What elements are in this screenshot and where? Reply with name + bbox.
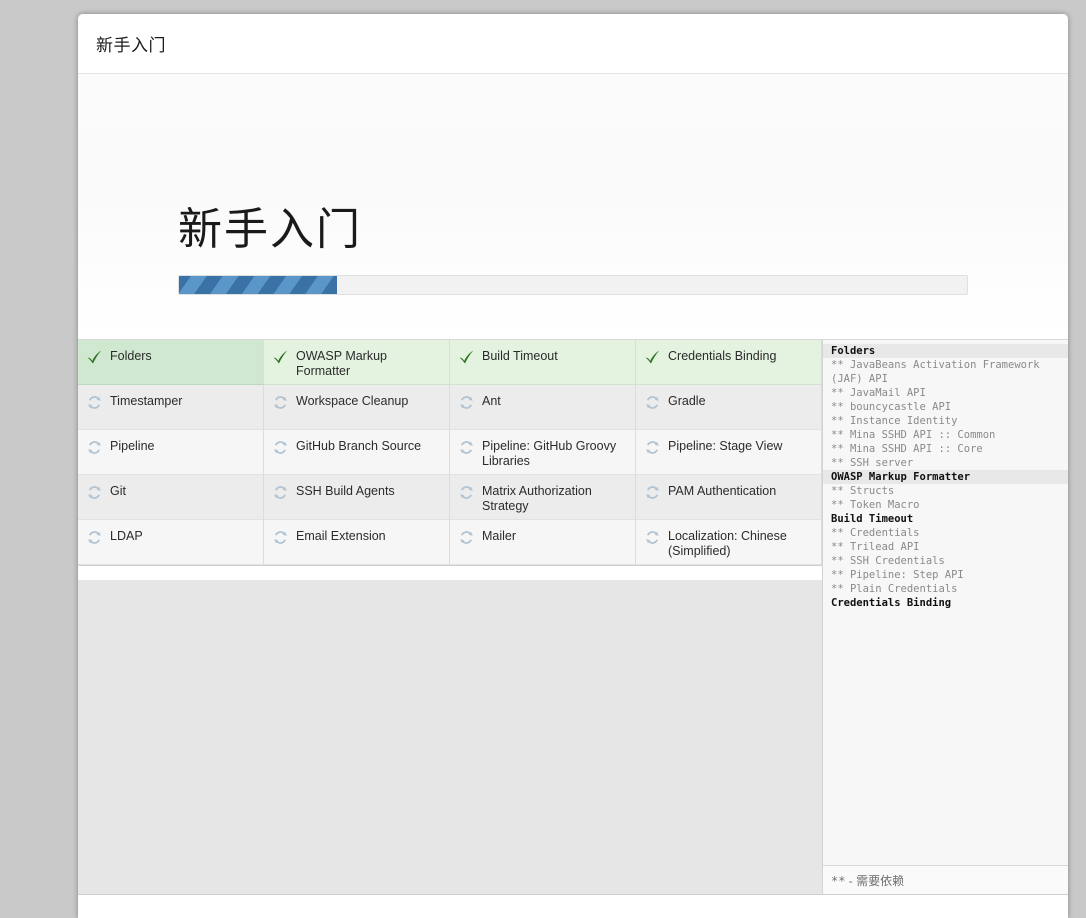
sync-icon [646,531,659,544]
log-plugin-header: Credentials Binding [831,597,952,609]
log-plugin-header: OWASP Markup Formatter [823,470,1068,484]
log-dependency-line: ** SSH server [831,457,914,469]
sync-icon [88,486,101,499]
plugin-name: Git [110,484,126,498]
log-dependency-line: ** Pipeline: Step API [831,569,964,581]
grid-empty-area [78,580,823,895]
plugin-cell: Pipeline [78,430,264,475]
plugin-cell: Mailer [450,520,636,565]
plugin-cell: Pipeline: Stage View [636,430,822,475]
check-icon [87,350,102,364]
plugin-cell: Workspace Cleanup [264,385,450,430]
banner: 新手入门 [78,74,1068,338]
log-dependency-line: ** Structs [831,485,895,497]
plugin-name: Pipeline: GitHub Groovy Libraries [482,439,617,468]
sync-icon [88,396,101,409]
log-dependency-line: ** Instance Identity [831,415,958,427]
sync-icon [274,531,287,544]
sync-icon [274,396,287,409]
plugin-name: Build Timeout [482,349,558,363]
dependency-legend: ** - 需要依赖 [822,865,1068,895]
log-dependency-line: ** Mina SSHD API :: Common [831,429,996,441]
plugin-cell: Timestamper [78,385,264,430]
log-dependency-line: ** bouncycastle API [831,401,952,413]
plugin-cell: SSH Build Agents [264,475,450,520]
plugin-cell: Email Extension [264,520,450,565]
legend-label: - 需要依赖 [845,873,905,888]
plugin-cell: Pipeline: GitHub Groovy Libraries [450,430,636,475]
plugin-name: PAM Authentication [668,484,777,498]
plugin-status-grid: Folders OWASP Markup Formatter Build Timeo… [78,339,823,566]
plugin-name: Credentials Binding [668,349,777,363]
plugin-name: Gradle [668,394,706,408]
plugin-name: GitHub Branch Source [296,439,422,453]
dependency-log-list: Folders ** JavaBeans Activation Framework… [823,340,1068,610]
plugin-name: SSH Build Agents [296,484,395,498]
log-plugin-header: Build Timeout [831,513,914,525]
log-plugin-header: Folders [823,344,1068,358]
dependency-legend-text: ** - 需要依赖 [831,872,904,889]
plugin-cell: Credentials Binding [636,340,822,385]
sync-icon [646,396,659,409]
plugin-name: Matrix Authorization Strategy [482,484,592,513]
plugin-name: Email Extension [296,529,386,543]
log-dependency-line: ** Token Macro [831,499,920,511]
sync-icon [460,486,473,499]
plugin-name: Mailer [482,529,517,543]
setup-wizard-card: 新手入门 新手入门 Folders OWASP Markup Formatter B… [78,14,1068,918]
plugin-cell: PAM Authentication [636,475,822,520]
plugin-name: Timestamper [110,394,183,408]
plugin-cell: Git [78,475,264,520]
log-dependency-line: ** JavaMail API [831,387,926,399]
sync-icon [460,441,473,454]
plugin-grid-row: Git SSH Build Agents Matrix Authorization … [78,475,823,520]
sync-icon [274,486,287,499]
install-progress-fill [179,276,337,294]
plugin-name: Localization: Chinese (Simplified) [668,529,787,558]
plugin-name: Pipeline [110,439,155,453]
install-progress-bar [178,275,968,295]
plugin-name: Pipeline: Stage View [668,439,783,453]
title-bar: 新手入门 [78,14,1068,74]
plugin-cell: LDAP [78,520,264,565]
plugin-cell: GitHub Branch Source [264,430,450,475]
check-icon [645,350,660,364]
sync-icon [88,531,101,544]
plugin-cell: Build Timeout [450,340,636,385]
plugin-cell: Gradle [636,385,822,430]
plugin-grid-row: Pipeline GitHub Branch Source Pipeline: Gi… [78,430,823,475]
legend-stars: ** [831,873,846,888]
dependency-log-panel[interactable]: Folders ** JavaBeans Activation Framework… [822,339,1068,895]
plugin-cell: Localization: Chinese (Simplified) [636,520,822,565]
plugin-name: Workspace Cleanup [296,394,409,408]
plugin-cell: Matrix Authorization Strategy [450,475,636,520]
page-footer: Jenkins 2.365 [78,896,1068,918]
plugin-cell: Ant [450,385,636,430]
page-title: 新手入门 [96,36,166,55]
plugin-name: LDAP [110,529,143,543]
sync-icon [646,486,659,499]
plugin-cell: Folders [78,340,264,385]
plugin-grid-row: LDAP Email Extension Mailer Localization: C… [78,520,823,565]
sync-icon [88,441,101,454]
sync-icon [460,396,473,409]
log-dependency-line: ** Plain Credentials [831,583,958,595]
plugin-grid-row: Folders OWASP Markup Formatter Build Timeo… [78,340,823,385]
sync-icon [274,441,287,454]
banner-heading: 新手入门 [178,205,362,254]
log-dependency-line: ** Mina SSHD API :: Core [831,443,983,455]
log-dependency-line: ** Credentials [831,527,920,539]
log-dependency-line: ** SSH Credentials [831,555,945,567]
plugin-name: OWASP Markup Formatter [296,349,387,378]
check-icon [459,350,474,364]
log-dependency-line: ** JavaBeans Activation Framework (JAF) … [831,359,1040,385]
plugin-cell: OWASP Markup Formatter [264,340,450,385]
sync-icon [460,531,473,544]
check-icon [273,350,288,364]
plugin-grid-row: Timestamper Workspace Cleanup Ant Gradle [78,385,823,430]
plugin-name: Folders [110,349,152,363]
sync-icon [646,441,659,454]
log-dependency-line: ** Trilead API [831,541,920,553]
plugin-name: Ant [482,394,501,408]
